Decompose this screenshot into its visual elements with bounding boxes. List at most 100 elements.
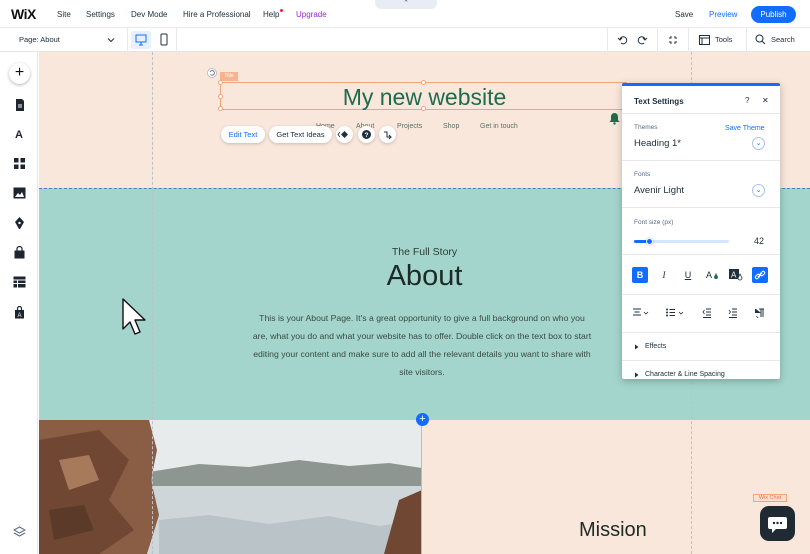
- menu-settings[interactable]: Settings: [86, 10, 115, 19]
- blog-pen-icon[interactable]: [13, 216, 26, 230]
- link-button[interactable]: [752, 267, 768, 283]
- panel-divider: [622, 294, 780, 295]
- menu-dev-mode[interactable]: Dev Mode: [131, 10, 167, 19]
- align-center-icon[interactable]: [632, 308, 652, 318]
- font-dropdown-value[interactable]: Avenir Light: [634, 185, 684, 196]
- bold-button[interactable]: B: [632, 267, 648, 283]
- add-apps-icon[interactable]: [13, 157, 26, 170]
- decrease-indent-icon[interactable]: [702, 308, 712, 318]
- panel-close-button[interactable]: ✕: [762, 96, 769, 105]
- svg-text:A: A: [731, 271, 737, 280]
- menu-hire-professional[interactable]: Hire a Professional: [183, 10, 251, 19]
- edit-text-button[interactable]: Edit Text: [221, 126, 265, 143]
- panel-title: Text Settings: [634, 97, 684, 106]
- rotate-handle-icon[interactable]: [207, 68, 217, 78]
- menu-upgrade[interactable]: Upgrade: [296, 10, 327, 19]
- spacing-expand-icon[interactable]: [634, 372, 640, 378]
- panel-divider: [622, 254, 780, 255]
- resize-handle[interactable]: [218, 80, 223, 85]
- font-size-label: Font size (px): [634, 219, 674, 226]
- stretch-icon: [384, 131, 392, 140]
- desktop-view-button[interactable]: [131, 31, 151, 49]
- resize-handle[interactable]: [421, 80, 426, 85]
- help-button[interactable]: ?: [358, 126, 375, 143]
- page-selector[interactable]: Page: About: [19, 35, 60, 44]
- chat-bubble-icon: [768, 517, 787, 533]
- wix-chat-tag: Wix Chat: [753, 494, 787, 502]
- underline-button[interactable]: U: [680, 267, 696, 283]
- resize-handle[interactable]: [218, 94, 223, 99]
- rocky-coast-image: [39, 420, 422, 554]
- media-icon[interactable]: [13, 187, 26, 199]
- italic-button[interactable]: I: [656, 267, 672, 283]
- collapse-topbar-tab[interactable]: ⌃: [375, 0, 437, 9]
- wix-chat-button[interactable]: [760, 506, 795, 541]
- grid-guide-left: [152, 52, 153, 554]
- increase-indent-icon[interactable]: [728, 308, 738, 318]
- save-button[interactable]: Save: [675, 10, 693, 19]
- store-bag-icon[interactable]: [13, 246, 26, 259]
- text-color-icon[interactable]: A: [704, 267, 720, 283]
- nav-shop[interactable]: Shop: [443, 123, 459, 130]
- tools-button[interactable]: Tools: [715, 35, 733, 44]
- about-body-text[interactable]: This is your About Page. It's a great op…: [252, 309, 592, 381]
- theme-dropdown-chevron-icon[interactable]: ⌄: [752, 137, 765, 150]
- publish-button[interactable]: Publish: [751, 6, 796, 23]
- themes-label: Themes: [634, 124, 658, 131]
- text-direction-icon[interactable]: [755, 308, 765, 318]
- menu-site[interactable]: Site: [57, 10, 71, 19]
- mission-section[interactable]: Mission Wix Chat: [39, 420, 810, 554]
- search-button[interactable]: Search: [771, 35, 795, 44]
- design-icon[interactable]: A: [11, 127, 27, 143]
- save-theme-link[interactable]: Save Theme: [725, 125, 765, 132]
- cms-table-icon[interactable]: [13, 276, 26, 288]
- panel-divider: [622, 332, 780, 333]
- toolbar-divider: [688, 28, 689, 52]
- get-text-ideas-button[interactable]: Get Text Ideas: [269, 126, 332, 143]
- app-market-icon[interactable]: A: [13, 306, 26, 319]
- redo-icon[interactable]: [636, 34, 648, 46]
- highlight-color-icon[interactable]: A: [728, 267, 744, 283]
- mobile-icon[interactable]: [157, 31, 171, 49]
- effects-expand-icon[interactable]: [634, 344, 640, 350]
- rocky-coast-photo[interactable]: [39, 420, 422, 554]
- help-notification-dot: [280, 9, 283, 12]
- font-size-value[interactable]: 42: [754, 236, 764, 246]
- title-selection-box[interactable]: My new website: [218, 80, 627, 111]
- search-icon[interactable]: [755, 34, 766, 45]
- character-line-spacing-section[interactable]: Character & Line Spacing: [645, 371, 725, 378]
- top-bar: WiX Site Settings Dev Mode Hire a Profes…: [0, 0, 810, 28]
- add-elements-button[interactable]: +: [9, 63, 30, 84]
- chevron-down-icon[interactable]: [107, 36, 115, 44]
- resize-handle[interactable]: [421, 106, 426, 111]
- title-element-tag: Title: [220, 72, 238, 81]
- mission-title[interactable]: Mission: [579, 519, 647, 542]
- strip-divider: [421, 420, 422, 554]
- font-dropdown-chevron-icon[interactable]: ⌄: [752, 184, 765, 197]
- menu-help[interactable]: Help: [263, 10, 279, 19]
- bullet-list-icon[interactable]: [665, 308, 687, 318]
- resize-handle[interactable]: [218, 106, 223, 111]
- preview-button[interactable]: Preview: [709, 10, 737, 19]
- layers-icon[interactable]: [13, 526, 26, 539]
- panel-help-button[interactable]: ?: [745, 96, 749, 105]
- pages-icon[interactable]: [14, 98, 26, 112]
- font-size-slider-knob[interactable]: [645, 238, 653, 245]
- add-section-button[interactable]: +: [416, 413, 429, 426]
- animation-button[interactable]: [336, 126, 353, 143]
- effects-section[interactable]: Effects: [645, 343, 666, 350]
- bell-icon[interactable]: [609, 112, 620, 125]
- svg-text:A: A: [706, 270, 712, 280]
- toolbar-divider: [127, 28, 128, 52]
- tools-icon[interactable]: [699, 35, 710, 45]
- nav-projects[interactable]: Projects: [397, 123, 422, 130]
- theme-dropdown-value[interactable]: Heading 1*: [634, 138, 681, 149]
- nav-get-in-touch[interactable]: Get in touch: [480, 123, 518, 130]
- wix-logo: WiX: [11, 6, 36, 22]
- stretch-button[interactable]: [379, 126, 396, 143]
- zoom-out-icon[interactable]: [667, 34, 679, 46]
- text-settings-panel: Text Settings ? ✕ Themes Save Theme Head…: [622, 83, 780, 379]
- panel-divider: [622, 360, 780, 361]
- font-size-slider[interactable]: [634, 238, 729, 245]
- undo-icon[interactable]: [617, 34, 629, 46]
